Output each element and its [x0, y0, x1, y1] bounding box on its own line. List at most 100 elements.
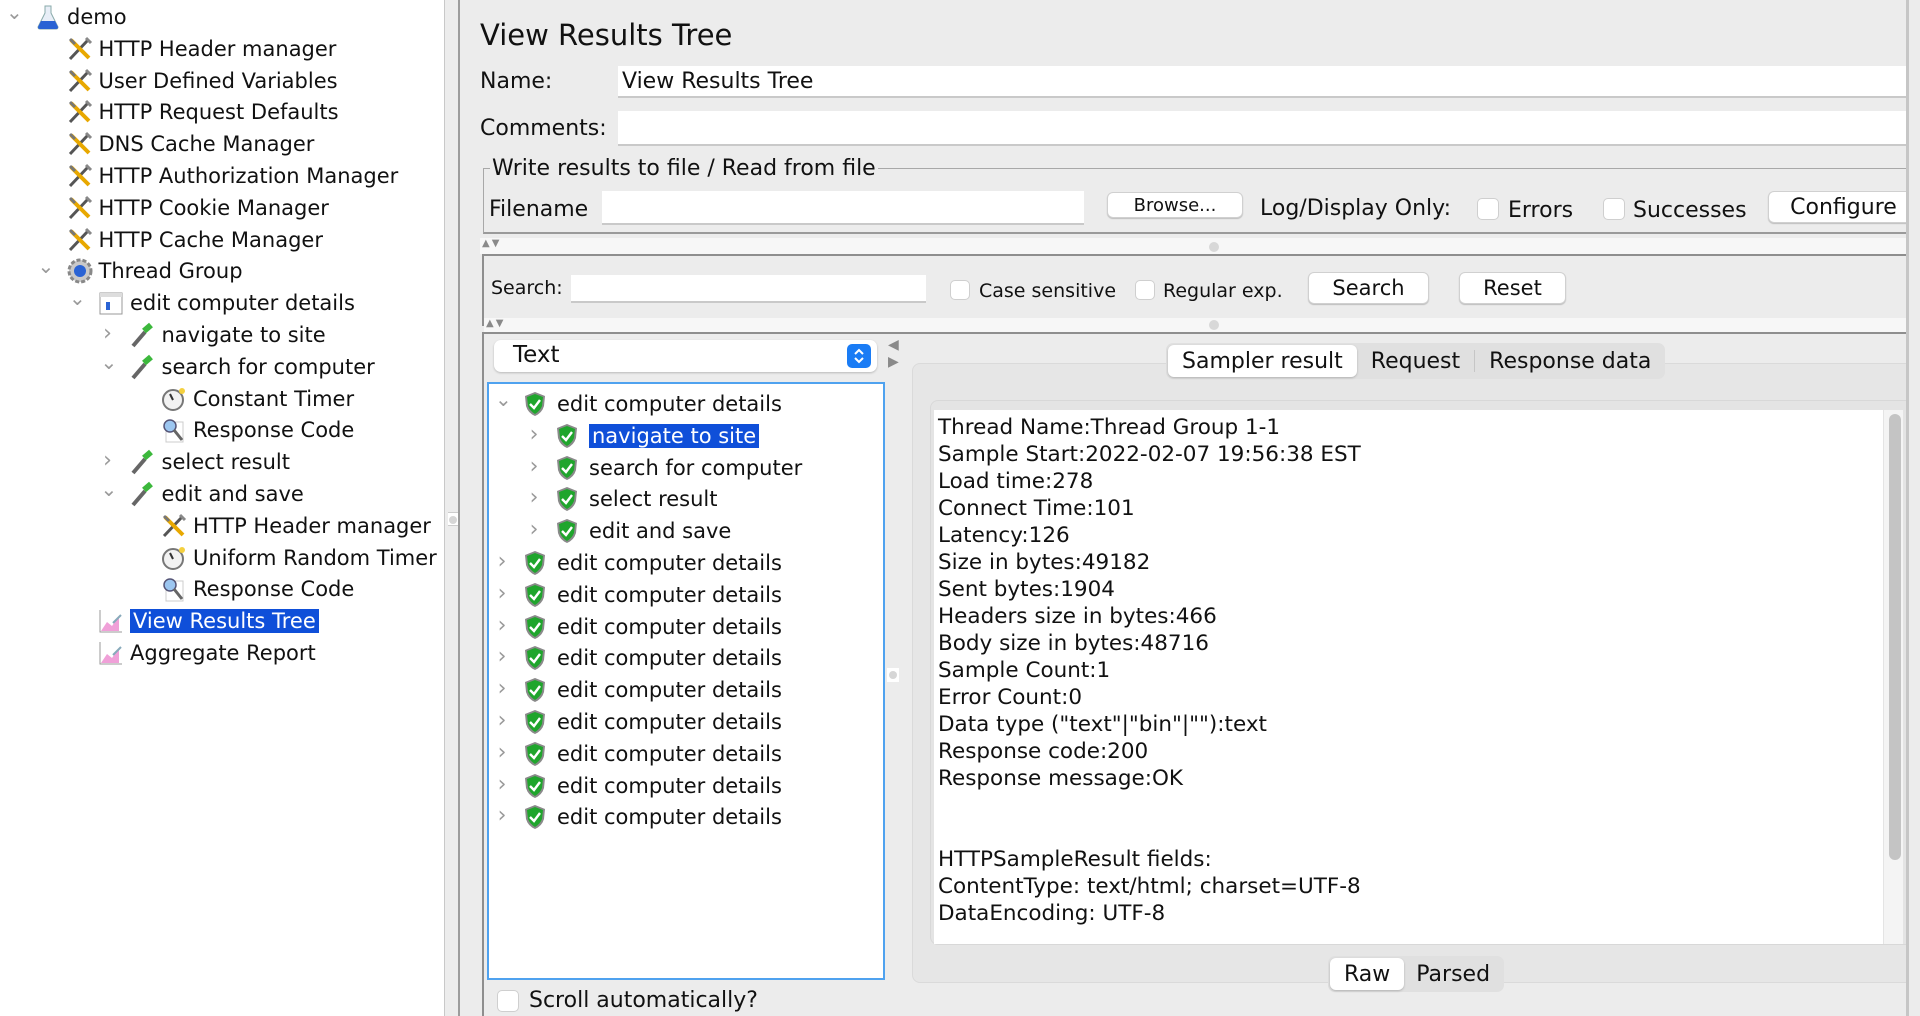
tree-node-http-authorization-manager[interactable]: HTTP Authorization Manager [66, 160, 398, 192]
result-node[interactable]: edit computer details [523, 547, 782, 579]
results-splitter[interactable] [484, 318, 1908, 332]
chevron-right-icon[interactable]: › [495, 741, 509, 763]
chevron-right-icon[interactable]: › [495, 551, 509, 573]
tab-request[interactable]: Request [1357, 345, 1474, 377]
browse-button[interactable]: Browse... [1107, 192, 1243, 218]
chevron-right-icon[interactable]: › [101, 450, 115, 472]
raw-view-button[interactable]: Raw [1330, 958, 1405, 990]
errors-label: Errors [1508, 198, 1574, 223]
result-node[interactable]: navigate to site [555, 420, 760, 452]
tree-node-navigate-to-site[interactable]: navigate to site [129, 319, 326, 351]
chevron-right-icon[interactable]: › [495, 805, 509, 827]
result-node[interactable]: edit computer details [523, 388, 782, 420]
search-input[interactable] [571, 275, 926, 303]
tree-node-http-cookie-manager[interactable]: HTTP Cookie Manager [66, 192, 329, 224]
regex-checkbox[interactable] [1135, 280, 1155, 300]
chevron-right-icon[interactable]: › [495, 582, 509, 604]
renderer-select[interactable]: Text [494, 340, 877, 372]
result-node[interactable]: select result [555, 483, 717, 515]
sampler-result-line: Error Count:0 [938, 685, 1083, 710]
chevron-down-icon[interactable]: ⌄ [101, 352, 118, 372]
tree-node-uniform-random-timer[interactable]: Uniform Random Timer [160, 542, 437, 574]
splitter-arrows-icon[interactable]: ▲▼ [482, 238, 501, 249]
tree-node-http-header-manager[interactable]: HTTP Header manager [66, 33, 336, 65]
scroll-automatically-checkbox[interactable] [497, 990, 519, 1012]
tree-node-http-header-manager[interactable]: HTTP Header manager [160, 510, 431, 542]
result-node[interactable]: edit computer details [523, 674, 782, 706]
collapse-left-icon[interactable]: ◀ [888, 337, 899, 353]
splitter-handle[interactable] [448, 512, 458, 526]
result-node[interactable]: edit computer details [523, 611, 782, 643]
test-plan-tree[interactable]: ⌄ demo HTTP Header manager User Defined Var… [0, 0, 445, 1016]
tree-splitter[interactable] [446, 0, 460, 1016]
text-scrollbar[interactable] [1883, 410, 1903, 944]
case-sensitive-checkbox[interactable] [950, 280, 970, 300]
chevron-right-icon[interactable]: › [495, 773, 509, 795]
result-node[interactable]: edit computer details [523, 706, 782, 738]
splitter-arrows-icon[interactable]: ▲▼ [486, 318, 505, 329]
tree-node-user-defined-variables[interactable]: User Defined Variables [66, 65, 338, 97]
result-node-label: edit computer details [557, 392, 782, 416]
pane-splitter-handle[interactable] [887, 668, 899, 682]
tree-node-edit-and-save[interactable]: edit and save [129, 478, 304, 510]
sampler-result-line: Thread Name:Thread Group 1-1 [938, 415, 1281, 440]
tree-node-thread-group[interactable]: Thread Group [66, 255, 243, 287]
config-element-tools-icon [66, 98, 94, 126]
scrollbar-thumb[interactable] [1889, 414, 1901, 860]
results-tree[interactable]: ⌄ edit computer details › navigate to site ›… [487, 382, 885, 980]
errors-checkbox[interactable] [1477, 198, 1499, 220]
tree-node-select-result[interactable]: select result [129, 446, 290, 478]
sampler-result-line: Body size in bytes:48716 [938, 631, 1209, 656]
result-node[interactable]: edit computer details [523, 801, 782, 833]
search-button[interactable]: Search [1308, 272, 1429, 304]
parsed-view-button[interactable]: Parsed [1404, 958, 1504, 990]
chevron-right-icon[interactable]: › [527, 455, 541, 477]
tree-node-view-results-tree[interactable]: View Results Tree [97, 605, 319, 637]
reset-button[interactable]: Reset [1459, 272, 1566, 304]
tree-node-http-cache-manager[interactable]: HTTP Cache Manager [66, 224, 323, 256]
result-node[interactable]: search for computer [555, 452, 802, 484]
result-node[interactable]: edit computer details [523, 770, 782, 802]
splitter-dot[interactable] [1209, 242, 1219, 252]
comments-field[interactable] [618, 111, 1908, 146]
expand-right-icon[interactable]: ▶ [888, 354, 899, 370]
tree-node-http-request-defaults[interactable]: HTTP Request Defaults [66, 96, 339, 128]
tree-node-dns-cache-manager[interactable]: DNS Cache Manager [66, 128, 314, 160]
result-node[interactable]: edit and save [555, 515, 731, 547]
tab-sampler-result[interactable]: Sampler result [1168, 345, 1357, 377]
chevron-right-icon[interactable]: › [495, 710, 509, 732]
chevron-down-icon[interactable]: ⌄ [6, 2, 23, 22]
filename-field[interactable] [602, 191, 1084, 225]
chevron-down-icon[interactable]: ⌄ [69, 288, 86, 308]
tree-node-response-code[interactable]: Response Code [160, 414, 354, 446]
result-node[interactable]: edit computer details [523, 579, 782, 611]
tab-response-data[interactable]: Response data [1475, 345, 1665, 377]
chevron-down-icon[interactable]: ⌄ [38, 256, 55, 276]
tree-node-aggregate-report[interactable]: Aggregate Report [97, 637, 316, 669]
tree-node-constant-timer[interactable]: Constant Timer [160, 383, 354, 415]
tree-node-edit-computer-details[interactable]: edit computer details [97, 287, 355, 319]
chevron-down-icon[interactable]: ⌄ [495, 389, 512, 409]
chevron-right-icon[interactable]: › [527, 487, 541, 509]
chevron-right-icon[interactable]: › [495, 614, 509, 636]
chevron-right-icon[interactable]: › [527, 423, 541, 445]
result-node[interactable]: edit computer details [523, 642, 782, 674]
success-shield-icon [523, 804, 547, 830]
successes-checkbox[interactable] [1603, 198, 1625, 220]
splitter-dot[interactable] [1209, 320, 1219, 330]
tree-node-demo[interactable]: demo [34, 1, 127, 33]
result-node[interactable]: edit computer details [523, 738, 782, 770]
chevron-down-icon[interactable]: ⌄ [101, 479, 118, 499]
search-splitter[interactable] [480, 238, 1908, 254]
tree-node-response-code[interactable]: Response Code [160, 573, 354, 605]
configure-button[interactable]: Configure [1768, 191, 1918, 223]
tree-node-search-for-computer[interactable]: search for computer [129, 351, 375, 383]
chevron-right-icon[interactable]: › [495, 678, 509, 700]
timer-clock-icon [160, 385, 188, 413]
chevron-right-icon[interactable]: › [101, 323, 115, 345]
chevron-right-icon[interactable]: › [527, 519, 541, 541]
name-field[interactable]: View Results Tree [618, 66, 1908, 98]
config-element-tools-icon [66, 35, 94, 63]
chevron-right-icon[interactable]: › [495, 646, 509, 668]
tree-node-label: User Defined Variables [98, 68, 338, 93]
